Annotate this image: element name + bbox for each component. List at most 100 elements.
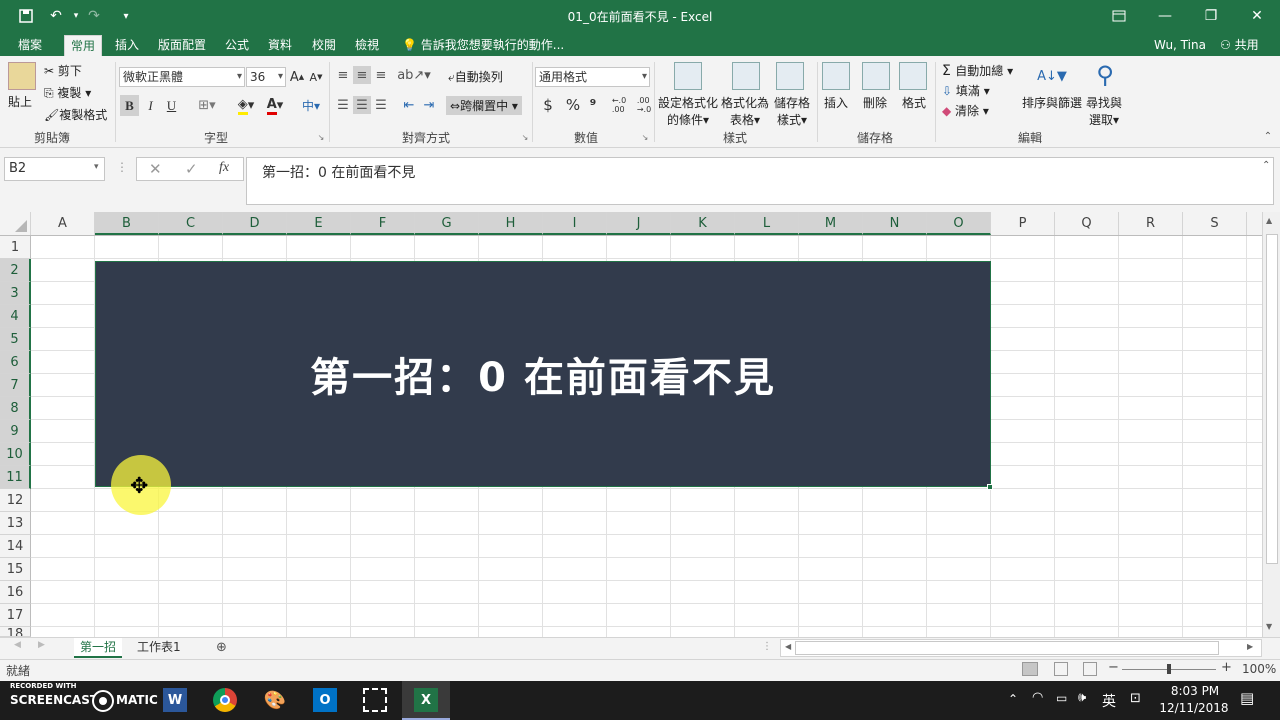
format-painter-button[interactable]: 🖌複製格式 bbox=[44, 106, 107, 123]
name-box[interactable]: B2 bbox=[4, 157, 105, 181]
merge-center-button[interactable]: ⇔跨欄置中 ▾ bbox=[446, 96, 522, 115]
alignment-dialog-launcher-icon[interactable]: ↘ bbox=[520, 132, 530, 142]
tab-view[interactable]: 檢視 bbox=[349, 35, 385, 56]
comma-button[interactable]: ⁹ bbox=[586, 96, 600, 114]
italic-button[interactable]: I bbox=[141, 95, 160, 116]
tell-me-box[interactable]: 💡 告訴我您想要執行的動作... bbox=[396, 35, 570, 56]
horizontal-scrollbar[interactable]: ◀ ▶ bbox=[780, 639, 1262, 657]
decrease-indent-icon[interactable]: ⇤ bbox=[400, 96, 418, 114]
minimize-button[interactable]: — bbox=[1142, 0, 1188, 32]
formula-input[interactable]: 第一招：0 在前面看不見 bbox=[246, 157, 1274, 205]
number-format-select[interactable]: 通用格式 bbox=[535, 67, 650, 87]
find-select-button[interactable]: 尋找與 選取▾ bbox=[1086, 94, 1122, 128]
clock-date[interactable]: 12/11/2018 bbox=[1156, 701, 1232, 715]
align-left-icon[interactable]: ☰ bbox=[334, 96, 352, 114]
column-header[interactable]: I bbox=[543, 212, 607, 235]
number-dialog-launcher-icon[interactable]: ↘ bbox=[640, 132, 650, 142]
shrink-font-icon[interactable]: A ▼ bbox=[308, 68, 324, 86]
collapse-ribbon-icon[interactable]: ⌃ bbox=[1262, 130, 1274, 142]
row-header[interactable]: 11 bbox=[0, 466, 31, 489]
fill-handle[interactable] bbox=[987, 484, 993, 490]
restore-button[interactable]: ❐ bbox=[1188, 0, 1234, 32]
zoom-level[interactable]: 100% bbox=[1242, 662, 1276, 676]
row-header[interactable]: 7 bbox=[0, 374, 31, 397]
copy-button[interactable]: ⎘ 複製 ▾ bbox=[44, 84, 91, 101]
conditional-format-button[interactable]: 設定格式化 的條件▾ bbox=[658, 94, 718, 128]
column-header[interactable]: F bbox=[351, 212, 415, 235]
horizontal-scroll-thumb[interactable] bbox=[795, 641, 1219, 655]
row-header[interactable]: 1 bbox=[0, 236, 31, 259]
delete-cells-button[interactable]: 刪除 bbox=[863, 94, 887, 111]
increase-decimal-icon[interactable]: ←.0.00 bbox=[608, 96, 630, 114]
cancel-icon[interactable]: ✕ bbox=[149, 160, 162, 178]
chrome-icon[interactable] bbox=[213, 688, 237, 712]
row-header[interactable]: 2 bbox=[0, 259, 31, 282]
row-header[interactable]: 6 bbox=[0, 351, 31, 374]
tab-page-layout[interactable]: 版面配置 bbox=[152, 35, 212, 56]
row-header[interactable]: 5 bbox=[0, 328, 31, 351]
phonetic-icon[interactable]: 中▾ bbox=[298, 95, 324, 116]
font-dialog-launcher-icon[interactable]: ↘ bbox=[316, 132, 326, 142]
column-header[interactable]: S bbox=[1183, 212, 1247, 235]
cell-styles-button[interactable]: 儲存格 樣式▾ bbox=[770, 94, 814, 128]
outlook-icon[interactable]: O bbox=[313, 688, 337, 712]
orientation-icon[interactable]: ab↗▾ bbox=[397, 66, 431, 84]
cell-styles-icon[interactable] bbox=[776, 62, 804, 90]
row-header[interactable]: 8 bbox=[0, 397, 31, 420]
column-header[interactable]: O bbox=[927, 212, 991, 235]
grow-font-icon[interactable]: A ▲ bbox=[289, 68, 305, 86]
increase-indent-icon[interactable]: ⇥ bbox=[420, 96, 438, 114]
enter-icon[interactable]: ✓ bbox=[185, 160, 198, 178]
paste-icon[interactable] bbox=[8, 62, 36, 90]
scroll-left-icon[interactable]: ◀ bbox=[785, 642, 791, 651]
column-header[interactable]: Q bbox=[1055, 212, 1119, 235]
share-button[interactable]: ⚇ 共用 bbox=[1214, 35, 1265, 56]
paste-button[interactable]: 貼上 bbox=[8, 93, 32, 110]
page-break-view-icon[interactable] bbox=[1083, 662, 1097, 676]
column-header[interactable]: R bbox=[1119, 212, 1183, 235]
tab-home[interactable]: 常用 bbox=[64, 35, 103, 56]
align-bottom-icon[interactable]: ≡ bbox=[372, 66, 390, 84]
tab-formulas[interactable]: 公式 bbox=[219, 35, 255, 56]
underline-button[interactable]: U bbox=[162, 95, 181, 116]
row-header[interactable]: 4 bbox=[0, 305, 31, 328]
vertical-scrollbar[interactable]: ▲ ▼ bbox=[1262, 212, 1280, 637]
insert-cells-icon[interactable] bbox=[822, 62, 850, 90]
show-hidden-icons[interactable]: ⌃ bbox=[1008, 692, 1018, 706]
ime-indicator[interactable]: 英 bbox=[1102, 691, 1116, 711]
excel-icon[interactable]: X bbox=[414, 688, 438, 712]
align-right-icon[interactable]: ☰ bbox=[372, 96, 390, 114]
column-header[interactable]: C bbox=[159, 212, 223, 235]
clock-time[interactable]: 8:03 PM bbox=[1162, 684, 1228, 698]
align-center-icon[interactable]: ☰ bbox=[353, 96, 371, 114]
prev-sheet-icon[interactable]: ◀ bbox=[14, 640, 21, 650]
zoom-in-button[interactable]: + bbox=[1221, 660, 1232, 675]
tab-review[interactable]: 校閱 bbox=[306, 35, 342, 56]
column-header[interactable]: E bbox=[287, 212, 351, 235]
row-header[interactable]: 10 bbox=[0, 443, 31, 466]
expand-formula-bar-icon[interactable]: ⌃ bbox=[1262, 160, 1270, 171]
name-box-dropdown-icon[interactable]: ▾ bbox=[94, 162, 99, 172]
column-header[interactable]: H bbox=[479, 212, 543, 235]
sheet-tab[interactable]: 工作表1 bbox=[131, 638, 187, 658]
currency-button[interactable]: $ bbox=[537, 96, 559, 114]
sort-filter-icon[interactable]: A↓▼ bbox=[1036, 62, 1068, 90]
column-header[interactable]: N bbox=[863, 212, 927, 235]
clear-button[interactable]: ◆ 清除 ▾ bbox=[942, 102, 989, 119]
column-header[interactable]: G bbox=[415, 212, 479, 235]
column-header[interactable]: K bbox=[671, 212, 735, 235]
decrease-decimal-icon[interactable]: .00 →.0 bbox=[633, 96, 655, 114]
row-header[interactable]: 9 bbox=[0, 420, 31, 443]
tab-file[interactable]: 檔案 bbox=[12, 35, 48, 56]
format-as-table-icon[interactable] bbox=[732, 62, 760, 90]
wrap-text-button[interactable]: ⤶自動換列 bbox=[448, 68, 503, 85]
tab-insert[interactable]: 插入 bbox=[109, 35, 145, 56]
ime-mode-icon[interactable]: ⊡ bbox=[1130, 691, 1141, 706]
column-header[interactable]: P bbox=[991, 212, 1055, 235]
merged-cell-b2[interactable]: 第一招：0 在前面看不見 bbox=[95, 261, 991, 487]
borders-icon[interactable]: ⊞▾ bbox=[195, 95, 219, 116]
notifications-icon[interactable]: ▤ bbox=[1240, 689, 1254, 707]
column-header[interactable]: L bbox=[735, 212, 799, 235]
align-middle-icon[interactable]: ≡ bbox=[353, 66, 371, 84]
conditional-format-icon[interactable] bbox=[674, 62, 702, 90]
